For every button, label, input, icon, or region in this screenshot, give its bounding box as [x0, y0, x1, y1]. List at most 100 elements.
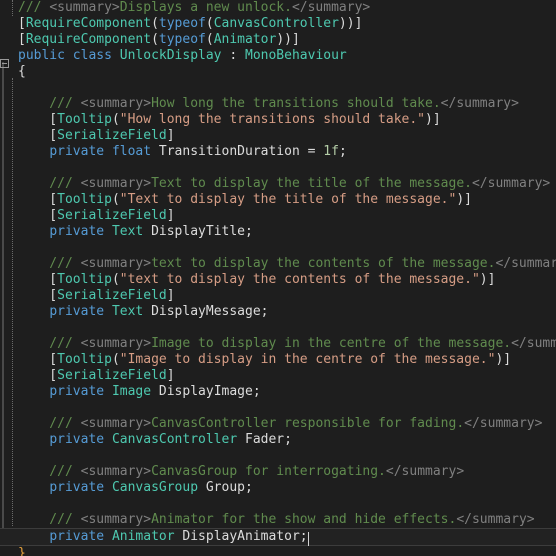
- code-token-punc: [: [18, 128, 58, 143]
- code-token-ident: Fader: [245, 432, 285, 447]
- code-token-type: RequireComponent: [25, 32, 152, 47]
- code-token-str: "Text to display the title of the messag…: [119, 192, 457, 207]
- code-token-punc: [: [18, 368, 58, 383]
- code-token-xmltag: </summary>: [385, 464, 465, 479]
- code-line[interactable]: /// <summary>CanvasGroup for interrogati…: [0, 464, 556, 480]
- code-token-cmtdoc: ///: [18, 512, 81, 527]
- code-token-punc: ;: [299, 529, 308, 544]
- code-token-kw: private: [49, 529, 105, 544]
- code-token-punc: )]: [456, 192, 472, 207]
- code-token-punc: ;: [245, 224, 253, 239]
- code-token-cmtdoc: ///: [18, 176, 81, 191]
- code-token-xmltag: <summary>: [80, 256, 152, 271]
- code-line[interactable]: /// <summary>Animator for the show and h…: [0, 512, 556, 528]
- code-token-punc: ]: [166, 368, 175, 383]
- code-token-brace-gold: }: [18, 546, 26, 556]
- code-token-cmtdoc: ///: [18, 416, 81, 431]
- code-line[interactable]: [SerializeField]: [0, 128, 556, 144]
- code-line[interactable]: [SerializeField]: [0, 288, 556, 304]
- code-token-kw: private: [49, 224, 105, 239]
- code-token-xmltag: <summary>: [80, 96, 152, 111]
- code-line[interactable]: private float TransitionDuration = 1f;: [0, 144, 556, 160]
- code-line[interactable]: /// <summary>Image to display in the cen…: [0, 336, 556, 352]
- code-line[interactable]: {: [0, 64, 556, 80]
- code-token-punc: ;: [252, 384, 261, 399]
- code-token-xmltag: </summary>: [464, 416, 543, 431]
- code-token-xmltag: </summary>: [495, 256, 556, 271]
- code-line[interactable]: [Tooltip("text to display the contents o…: [0, 272, 556, 288]
- code-token-xmltag: </summary>: [291, 0, 371, 15]
- code-token-type: UnlockDisplay: [119, 48, 222, 63]
- code-token-xmltag: <summary>: [80, 336, 152, 351]
- code-token-type: Image: [111, 384, 152, 399]
- code-line[interactable]: public class UnlockDisplay : MonoBehavio…: [0, 48, 556, 64]
- code-line[interactable]: [SerializeField]: [0, 368, 556, 384]
- code-lines-container[interactable]: /// <summary>Displays a new unlock.</sum…: [0, 0, 556, 556]
- code-line[interactable]: private CanvasGroup Group;: [0, 480, 556, 496]
- code-line[interactable]: [0, 448, 556, 464]
- code-token-ident: Group: [205, 480, 245, 495]
- code-token-type: CanvasController: [111, 432, 238, 447]
- code-line[interactable]: [Tooltip("Text to display the title of t…: [0, 192, 556, 208]
- code-token-str: "How long the transitions should take.": [119, 112, 426, 127]
- code-line[interactable]: /// <summary>Text to display the title o…: [0, 176, 556, 192]
- code-line[interactable]: [0, 240, 556, 256]
- code-token-punc: (: [111, 192, 120, 207]
- code-line[interactable]: [0, 320, 556, 336]
- code-token-cmtdoc: Animator for the show and hide effects.: [151, 512, 457, 527]
- code-line-current[interactable]: private Animator DisplayAnimator;: [0, 528, 556, 546]
- code-token-type: Animator: [213, 32, 277, 47]
- code-token-type: Text: [111, 304, 144, 319]
- code-line[interactable]: [RequireComponent(typeof(CanvasControlle…: [0, 16, 556, 32]
- code-line[interactable]: /// <summary>text to display the content…: [0, 256, 556, 272]
- code-line[interactable]: [0, 400, 556, 416]
- code-token-str: "Image to display in the centre of the m…: [119, 352, 496, 367]
- code-line[interactable]: }: [0, 546, 556, 556]
- code-token-type: SerializeField: [57, 128, 167, 143]
- code-token-ident: DisplayTitle: [151, 224, 245, 239]
- code-token-cmtdoc: ///: [18, 464, 81, 479]
- code-token-type: RequireComponent: [25, 16, 152, 31]
- code-token-punc: ;: [245, 480, 253, 495]
- code-token-type: SerializeField: [57, 368, 167, 383]
- code-line[interactable]: [Tooltip("How long the transitions shoul…: [0, 112, 556, 128]
- code-token-ident: TransitionDuration: [158, 144, 300, 159]
- code-token-punc: ))]: [276, 32, 300, 47]
- code-line[interactable]: private Text DisplayMessage;: [0, 304, 556, 320]
- code-token-punc: [: [18, 352, 58, 367]
- code-token-xmltag: <summary>: [80, 416, 152, 431]
- code-line[interactable]: private Text DisplayTitle;: [0, 224, 556, 240]
- code-line[interactable]: /// <summary>CanvasController responsibl…: [0, 416, 556, 432]
- code-line[interactable]: [0, 80, 556, 96]
- code-line[interactable]: [0, 160, 556, 176]
- code-token-xmltag: </summary>: [440, 96, 519, 111]
- code-token-punc: )]: [425, 112, 441, 127]
- code-line[interactable]: [Tooltip("Image to display in the centre…: [0, 352, 556, 368]
- code-line[interactable]: private CanvasController Fader;: [0, 432, 556, 448]
- code-line[interactable]: [0, 496, 556, 512]
- code-line[interactable]: /// <summary>How long the transitions sh…: [0, 96, 556, 112]
- code-token-punc: {: [18, 64, 26, 79]
- code-token-kw: private: [49, 384, 105, 399]
- code-token-punc: [: [18, 32, 26, 47]
- code-token-punc: (: [151, 32, 159, 47]
- code-editor-pane[interactable]: /// <summary>Displays a new unlock.</sum…: [0, 0, 556, 556]
- code-token-xmltag: </summary>: [511, 336, 556, 351]
- code-token-punc: (: [151, 16, 159, 31]
- code-line[interactable]: /// <summary>Displays a new unlock.</sum…: [0, 0, 556, 16]
- code-line[interactable]: private Image DisplayImage;: [0, 384, 556, 400]
- code-line[interactable]: [SerializeField]: [0, 208, 556, 224]
- code-token-ident: DisplayMessage: [151, 304, 261, 319]
- code-token-num: 1f: [323, 144, 339, 159]
- code-line[interactable]: [RequireComponent(typeof(Animator))]: [0, 32, 556, 48]
